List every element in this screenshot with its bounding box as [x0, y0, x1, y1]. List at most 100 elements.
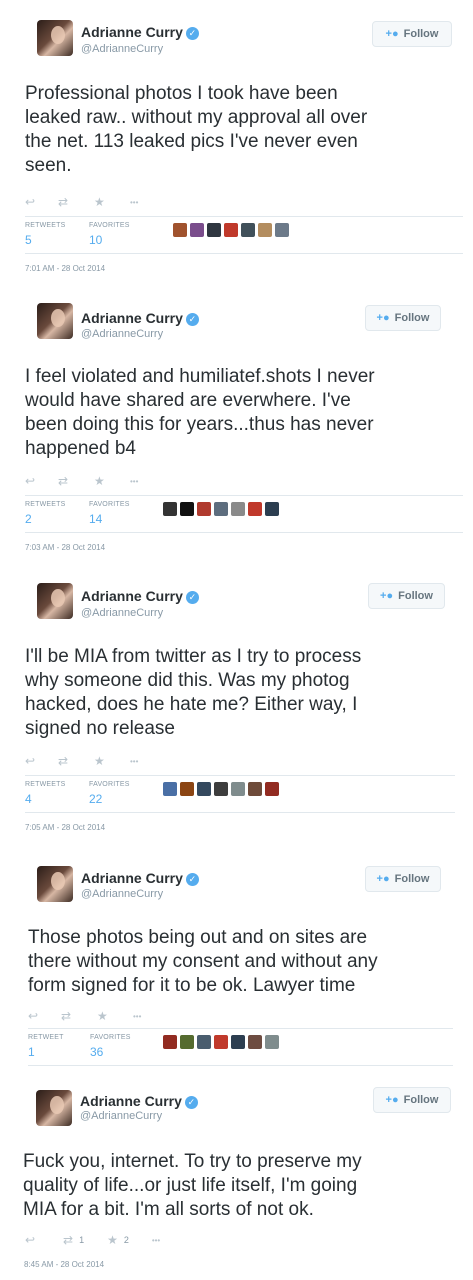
reply-icon[interactable]: ↩: [28, 1009, 61, 1023]
reply-icon[interactable]: ↩: [25, 754, 58, 768]
avatar[interactable]: [37, 866, 73, 902]
person-plus-icon: +●: [376, 312, 390, 324]
follow-button[interactable]: +● Follow: [368, 583, 445, 609]
favoriter-avatar[interactable]: [163, 782, 177, 796]
favorites-count[interactable]: 14: [89, 512, 102, 526]
favoriter-avatar[interactable]: [173, 223, 187, 237]
user-handle[interactable]: @AdrianneCurry: [80, 1110, 162, 1122]
favoriter-avatar[interactable]: [231, 1035, 245, 1049]
favoriter-avatar[interactable]: [197, 502, 211, 516]
favoriter-avatar[interactable]: [163, 502, 177, 516]
favoriter-avatar[interactable]: [248, 502, 262, 516]
favoriter-avatar[interactable]: [180, 782, 194, 796]
favoriter-avatar[interactable]: [190, 223, 204, 237]
favoriter-avatars: [173, 223, 289, 237]
favorites-label: FAVORITES: [89, 222, 130, 229]
person-plus-icon: +●: [385, 28, 399, 40]
favoriter-avatar[interactable]: [231, 782, 245, 796]
reply-icon[interactable]: ↩: [25, 474, 58, 488]
retweet-icon[interactable]: ⇄: [58, 195, 94, 209]
favoriter-avatar[interactable]: [214, 1035, 228, 1049]
favoriter-avatar[interactable]: [275, 223, 289, 237]
reply-icon[interactable]: ↩: [25, 195, 58, 209]
favoriter-avatar[interactable]: [248, 1035, 262, 1049]
tweet-date[interactable]: 8:45 AM - 28 Oct 2014: [24, 1260, 104, 1269]
avatar[interactable]: [37, 583, 73, 619]
avatar[interactable]: [36, 1090, 72, 1126]
retweet-icon[interactable]: ⇄: [63, 1233, 73, 1247]
more-icon[interactable]: •••: [152, 1236, 160, 1245]
favoriter-avatar[interactable]: [214, 502, 228, 516]
tweet-text: Fuck you, internet. To try to preserve m…: [23, 1151, 362, 1220]
favoriter-avatar[interactable]: [163, 1035, 177, 1049]
verified-badge-icon: ✓: [185, 313, 199, 326]
retweet-icon[interactable]: ⇄: [61, 1009, 97, 1023]
follow-button[interactable]: +● Follow: [365, 305, 441, 331]
favoriter-avatar[interactable]: [180, 502, 194, 516]
retweets-count[interactable]: 4: [25, 792, 32, 806]
tweet-actions: ↩ ⇄ ★ •••: [25, 753, 138, 769]
tweet-date[interactable]: 7:03 AM - 28 Oct 2014: [25, 543, 105, 552]
tweet-1: Adrianne Curry ✓ @AdrianneCurry +● Follow …: [0, 0, 473, 280]
retweets-label: RETWEETS: [25, 222, 66, 229]
favoriter-avatar[interactable]: [207, 223, 221, 237]
favoriter-avatar[interactable]: [180, 1035, 194, 1049]
user-name[interactable]: Adrianne Curry ✓: [81, 24, 199, 40]
reply-icon[interactable]: ↩: [25, 1233, 63, 1247]
favoriter-avatar[interactable]: [265, 502, 279, 516]
tweet-text: Those photos being out and on sites are …: [28, 927, 378, 996]
more-icon[interactable]: •••: [130, 757, 138, 766]
user-name[interactable]: Adrianne Curry ✓: [80, 1093, 198, 1109]
favoriter-avatars: [163, 1035, 279, 1049]
favorites-count[interactable]: 36: [90, 1045, 103, 1059]
favoriter-avatar[interactable]: [265, 1035, 279, 1049]
favoriter-avatar[interactable]: [231, 502, 245, 516]
favoriter-avatar[interactable]: [248, 782, 262, 796]
retweets-count[interactable]: 5: [25, 233, 32, 247]
more-icon[interactable]: •••: [133, 1012, 141, 1021]
favorite-icon[interactable]: ★: [107, 1233, 118, 1247]
user-handle[interactable]: @AdrianneCurry: [81, 328, 163, 340]
avatar[interactable]: [37, 20, 73, 56]
tweet-date[interactable]: 7:05 AM - 28 Oct 2014: [25, 823, 105, 832]
tweet-stats: RETWEETS 2 FAVORITES 14: [25, 495, 463, 533]
user-handle[interactable]: @AdrianneCurry: [81, 888, 163, 900]
tweet-stats: RETWEET 1 FAVORITES 36: [28, 1028, 453, 1066]
favoriter-avatar[interactable]: [214, 782, 228, 796]
retweet-icon[interactable]: ⇄: [58, 754, 94, 768]
retweets-count[interactable]: 1: [28, 1045, 35, 1059]
favorites-count[interactable]: 10: [89, 233, 102, 247]
more-icon[interactable]: •••: [130, 198, 138, 207]
follow-button[interactable]: +● Follow: [373, 1087, 451, 1113]
favoriter-avatar[interactable]: [265, 782, 279, 796]
tweet-2: Adrianne Curry ✓ @AdrianneCurry +● Follow …: [0, 283, 473, 563]
user-name[interactable]: Adrianne Curry ✓: [81, 588, 199, 604]
verified-badge-icon: ✓: [185, 591, 199, 604]
favoriter-avatar[interactable]: [197, 782, 211, 796]
tweet-date[interactable]: 7:01 AM - 28 Oct 2014: [25, 264, 105, 273]
favorite-icon[interactable]: ★: [94, 474, 130, 488]
follow-button[interactable]: +● Follow: [372, 21, 452, 47]
user-name[interactable]: Adrianne Curry ✓: [81, 310, 199, 326]
favorite-icon[interactable]: ★: [97, 1009, 133, 1023]
favoriter-avatars: [163, 782, 279, 796]
user-handle[interactable]: @AdrianneCurry: [81, 43, 163, 55]
follow-button[interactable]: +● Follow: [365, 866, 441, 892]
more-icon[interactable]: •••: [130, 477, 138, 486]
favoriter-avatar[interactable]: [197, 1035, 211, 1049]
user-name[interactable]: Adrianne Curry ✓: [81, 870, 199, 886]
favorite-icon[interactable]: ★: [94, 195, 130, 209]
favorites-count[interactable]: 22: [89, 792, 102, 806]
favorites-label: FAVORITES: [89, 781, 130, 788]
user-handle[interactable]: @AdrianneCurry: [81, 607, 163, 619]
favoriter-avatar[interactable]: [224, 223, 238, 237]
tweet-5: Adrianne Curry ✓ @AdrianneCurry +● Follow …: [0, 1078, 473, 1280]
favorite-icon[interactable]: ★: [94, 754, 130, 768]
retweet-icon[interactable]: ⇄: [58, 474, 94, 488]
favorites-label: FAVORITES: [90, 1034, 131, 1041]
favoriter-avatar[interactable]: [241, 223, 255, 237]
retweet-count: 1: [79, 1235, 85, 1245]
retweets-count[interactable]: 2: [25, 512, 32, 526]
avatar[interactable]: [37, 303, 73, 339]
favoriter-avatar[interactable]: [258, 223, 272, 237]
